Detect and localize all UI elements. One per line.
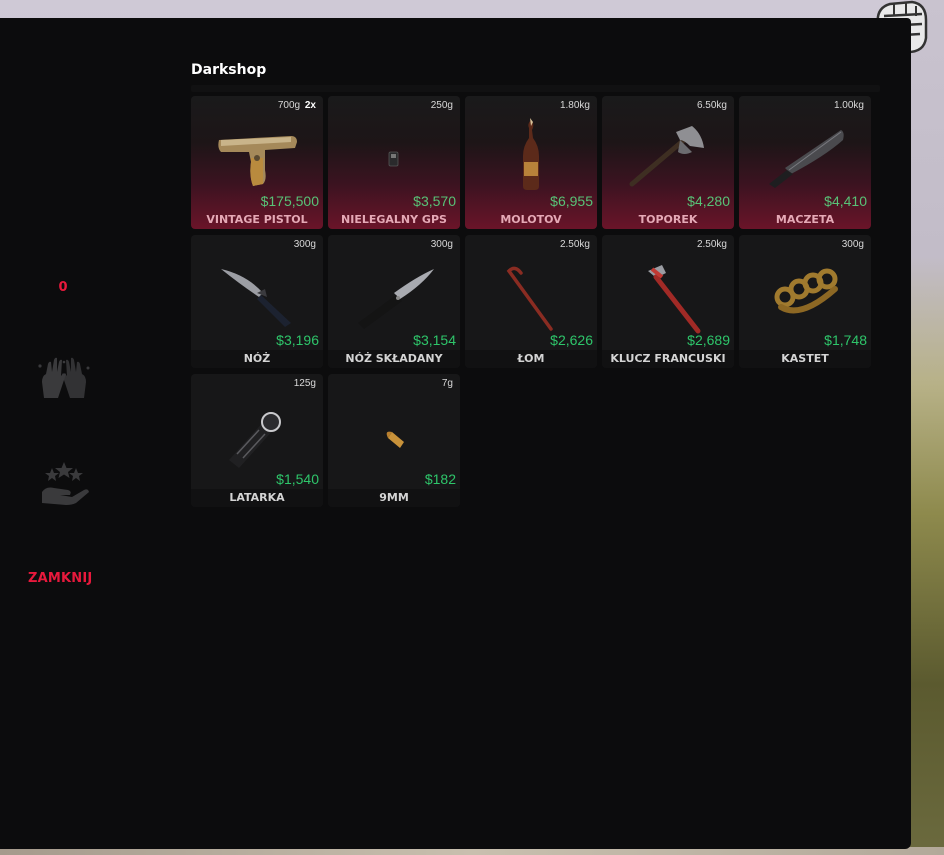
- item-price: $3,570: [413, 193, 456, 209]
- item-weight: 300g: [293, 239, 316, 250]
- hands-icon[interactable]: [36, 356, 92, 406]
- item-name: 9MM: [328, 489, 460, 507]
- flashlight-icon: [229, 412, 281, 468]
- item-weight: 2.50kg: [696, 239, 727, 250]
- sidebar: 0 ZAMKNIJ: [0, 18, 130, 849]
- item-name: VINTAGE PISTOL: [206, 213, 308, 226]
- item-weight: 300g: [841, 239, 864, 250]
- item-price: $4,280: [687, 193, 730, 209]
- hatchet-icon: [629, 126, 704, 187]
- item-name: KLUCZ FRANCUSKI: [602, 350, 734, 368]
- knuckles-icon: [774, 268, 838, 314]
- item-weight: 1.80kg: [559, 100, 590, 111]
- switchblade-icon: [358, 269, 434, 329]
- item-card-lom[interactable]: 2.50kg $2,626 ŁOM: [465, 235, 597, 368]
- item-price: $1,748: [824, 332, 867, 348]
- item-card-noz[interactable]: 300g $3,196 NÓŻ: [191, 235, 323, 368]
- item-card-maczeta[interactable]: 1.00kg $4,410 MACZETA: [739, 96, 871, 229]
- item-weight: 1.00kg: [833, 100, 864, 111]
- gps-icon: [388, 151, 399, 167]
- item-card-noz-skladany[interactable]: 300g $3,154 NÓŻ SKŁADANY: [328, 235, 460, 368]
- item-name: MOLOTOV: [500, 213, 562, 226]
- item-price: $6,955: [550, 193, 593, 209]
- page-title: Darkshop: [191, 62, 267, 78]
- machete-icon: [769, 130, 844, 188]
- close-button[interactable]: ZAMKNIJ: [28, 571, 92, 586]
- item-card-9mm[interactable]: 7g $182 9MM: [328, 374, 460, 507]
- item-weight: 700g 2x: [277, 100, 316, 111]
- item-price: $175,500: [260, 193, 319, 209]
- molotov-icon: [523, 118, 539, 190]
- item-price: $182: [424, 471, 456, 487]
- item-weight: 6.50kg: [696, 100, 727, 111]
- item-card-nielegalny-gps[interactable]: 250g $3,570 NIELEGALNY GPS: [328, 96, 460, 229]
- item-weight: 125g: [293, 378, 316, 389]
- ammo-icon: [386, 431, 404, 448]
- cart-count-badge: 0: [58, 280, 68, 295]
- item-card-vintage-pistol[interactable]: 700g 2x $175,500 VINTAGE PISTOL: [191, 96, 323, 229]
- item-card-kastet[interactable]: 300g $1,748 KASTET: [739, 235, 871, 368]
- item-weight: 300g: [430, 239, 453, 250]
- item-name: KASTET: [739, 350, 871, 368]
- item-price: $2,626: [550, 332, 593, 348]
- item-weight: 2.50kg: [559, 239, 590, 250]
- item-name: TOPOREK: [638, 213, 698, 226]
- crowbar-icon: [506, 266, 553, 331]
- item-grid: 700g 2x $175,500 VINTAGE PISTOL 250g $3,…: [191, 96, 871, 507]
- item-weight: 7g: [441, 378, 453, 389]
- item-price: $1,540: [276, 471, 319, 487]
- item-name: LATARKA: [191, 489, 323, 507]
- pistol-icon: [218, 136, 297, 186]
- item-weight: 250g: [430, 100, 453, 111]
- item-card-latarka[interactable]: 125g $1,540 LATARKA: [191, 374, 323, 507]
- item-name: MACZETA: [775, 213, 835, 226]
- item-name: NIELEGALNY GPS: [341, 213, 447, 226]
- item-price: $2,689: [687, 332, 730, 348]
- item-name: NÓŻ: [191, 350, 323, 368]
- item-price: $3,154: [413, 332, 456, 348]
- item-card-klucz-francuski[interactable]: 2.50kg $2,689 KLUCZ FRANCUSKI: [602, 235, 734, 368]
- title-divider: [191, 85, 880, 92]
- stars-hand-icon[interactable]: [36, 458, 92, 508]
- wrench-icon: [648, 265, 701, 334]
- item-price: $3,196: [276, 332, 319, 348]
- item-name: NÓŻ SKŁADANY: [328, 350, 460, 368]
- item-name: ŁOM: [465, 350, 597, 368]
- item-card-toporek[interactable]: 6.50kg $4,280 TOPOREK: [602, 96, 734, 229]
- item-quantity: 2x: [304, 100, 316, 111]
- item-price: $4,410: [824, 193, 867, 209]
- item-card-molotov[interactable]: 1.80kg $6,955 MOLOTOV: [465, 96, 597, 229]
- knife-icon: [221, 269, 291, 327]
